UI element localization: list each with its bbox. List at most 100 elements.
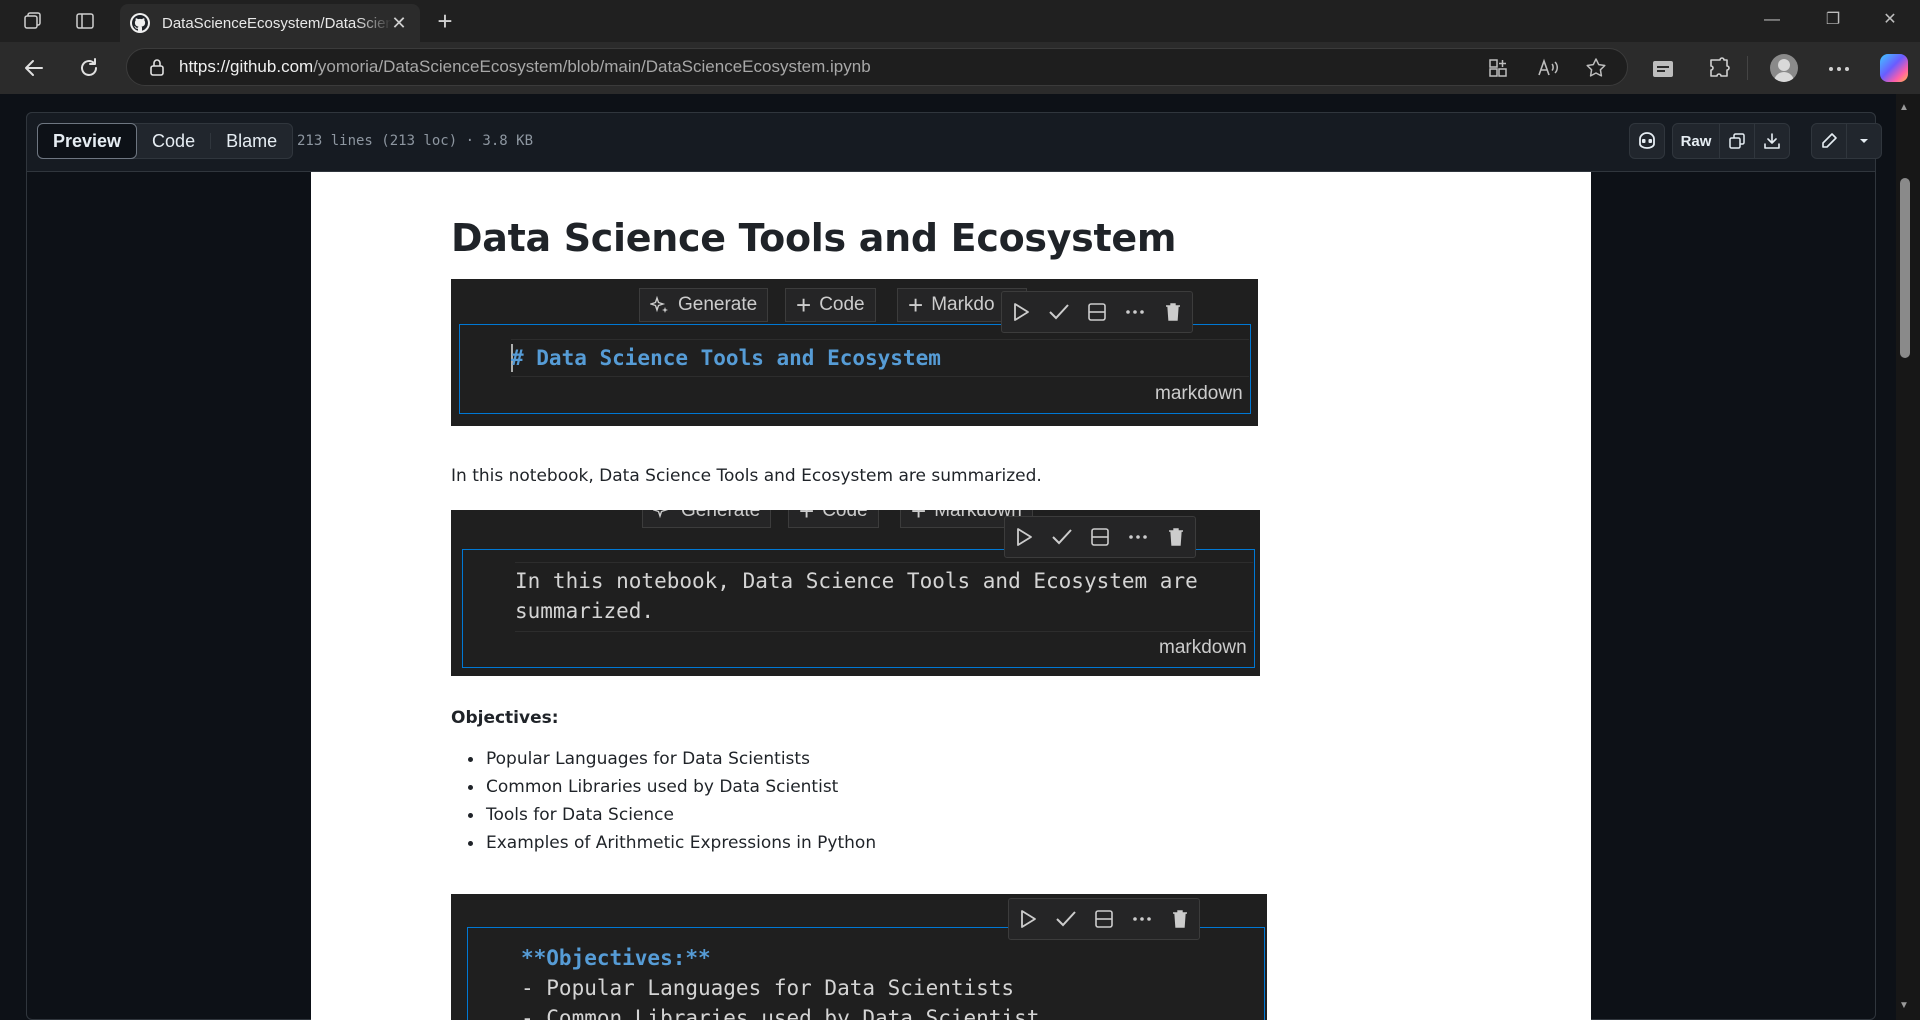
url-text: https://github.com/yomoria/DataScienceEc… [179, 57, 871, 77]
cell-source-line-1: In this notebook, Data Science Tools and… [515, 569, 1198, 593]
workspaces-icon[interactable] [20, 9, 46, 33]
plus-icon: + [911, 510, 927, 526]
scroll-up-arrow-icon[interactable]: ▲ [1899, 102, 1909, 113]
cell-source-line-1: **Objectives:** [521, 946, 711, 970]
copilot-icon[interactable] [1880, 54, 1908, 82]
cell-action-bar [1008, 898, 1200, 940]
browser-tab-active[interactable]: DataScienceEcosystem/DataScienceEcosyste… [120, 4, 420, 42]
url-path: /yomoria/DataScienceEcosystem/blob/main/… [313, 57, 871, 76]
cell-action-bar [1001, 291, 1193, 333]
markdown-label: Markdo [931, 294, 995, 315]
url-host: https://github.com [179, 57, 314, 76]
notebook-cell-image-1: Generate + Code + Markdo # Data Science … [451, 279, 1258, 426]
extensions-icon[interactable] [1707, 56, 1733, 82]
browser-nav-bar: https://github.com/yomoria/DataScienceEc… [0, 42, 1920, 94]
scroll-down-arrow-icon[interactable]: ▼ [1899, 1000, 1909, 1011]
delete-trash-icon [1167, 906, 1193, 932]
more-icon [1122, 299, 1148, 325]
copilot-button[interactable] [1629, 123, 1665, 159]
run-icon [1008, 299, 1034, 325]
cell-source-line-2: summarized. [515, 599, 655, 623]
list-item: Common Libraries used by Data Scientist [451, 773, 876, 801]
download-icon[interactable] [1755, 124, 1789, 158]
run-icon [1011, 524, 1037, 550]
cell-language: markdown [1159, 637, 1247, 658]
view-mode-segmented: Preview Code Blame [37, 123, 294, 159]
address-bar[interactable]: https://github.com/yomoria/DataScienceEc… [126, 48, 1628, 86]
objectives-heading: Objectives: [451, 708, 559, 728]
scrollbar-thumb[interactable] [1900, 178, 1910, 358]
collections-icon[interactable] [1650, 56, 1676, 82]
edit-pencil-icon[interactable] [1812, 124, 1846, 158]
cell-source-line-3: - Common Libraries used by Data Scientis… [521, 1006, 1040, 1020]
cell-source-line-2: - Popular Languages for Data Scientists [521, 976, 1015, 1000]
lock-icon[interactable] [149, 58, 165, 76]
profile-avatar[interactable] [1770, 54, 1798, 82]
edit-group [1811, 123, 1882, 159]
toolbar-divider [1747, 56, 1748, 80]
copy-raw-icon[interactable] [1720, 124, 1754, 158]
github-page: Preview Code Blame 213 lines (213 loc) ·… [0, 94, 1920, 1020]
objectives-heading-text: Objectives: [451, 708, 559, 728]
more-icon [1129, 906, 1155, 932]
raw-copy-download-group: Raw [1672, 123, 1790, 159]
tab-title: DataScienceEcosystem/DataScienceEcosyste… [162, 14, 392, 32]
new-tab-button[interactable]: + [432, 8, 458, 34]
tab-actions-icon[interactable] [72, 9, 98, 33]
cell-editor: # Data Science Tools and Ecosystem [511, 339, 1249, 377]
delete-trash-icon [1163, 524, 1189, 550]
delete-trash-icon [1160, 299, 1186, 325]
intro-paragraph: In this notebook, Data Science Tools and… [451, 466, 1042, 486]
list-item: Tools for Data Science [451, 801, 876, 829]
code-label: Code [822, 510, 868, 521]
notebook-cell-image-3: **Objectives:** - Popular Languages for … [451, 894, 1267, 1020]
back-arrow-icon[interactable] [20, 54, 48, 82]
tab-blame[interactable]: Blame [211, 124, 292, 158]
list-item: Popular Languages for Data Scientists [451, 745, 876, 773]
more-options-icon[interactable] [1826, 56, 1852, 82]
browser-tab-bar: DataScienceEcosystem/DataScienceEcosyste… [0, 0, 1920, 42]
window-close-button[interactable]: ✕ [1870, 6, 1910, 34]
generate-button: Generate [639, 288, 769, 322]
cell-editor: **Objectives:** - Popular Languages for … [521, 940, 1263, 1020]
read-aloud-icon[interactable] [1537, 58, 1559, 78]
tab-preview[interactable]: Preview [37, 123, 138, 159]
copilot-glyph-icon [1639, 132, 1655, 149]
plus-icon: + [799, 510, 815, 526]
sparkle-icon [650, 295, 668, 313]
list-item: Examples of Arithmetic Expressions in Py… [451, 829, 876, 857]
run-icon [1015, 906, 1041, 932]
favorite-star-icon[interactable] [1585, 58, 1607, 78]
split-cell-icon [1084, 299, 1110, 325]
generate-label: Generate [681, 510, 761, 521]
file-header: Preview Code Blame 213 lines (213 loc) ·… [26, 112, 1882, 172]
edit-dropdown-icon[interactable] [1847, 124, 1881, 158]
add-code-button: + Code [788, 510, 879, 528]
raw-button[interactable]: Raw [1673, 124, 1719, 158]
notebook-cell-image-2: Generate + Code + Markdown In this noteb… [451, 510, 1260, 676]
app-available-icon[interactable] [1487, 58, 1509, 78]
reload-icon[interactable] [75, 54, 103, 82]
file-info: 213 lines (213 loc) · 3.8 KB [297, 133, 534, 149]
sparkle-icon [653, 510, 669, 519]
split-cell-icon [1091, 906, 1117, 932]
cell-action-bar [1004, 516, 1196, 558]
cell-language: markdown [1155, 383, 1243, 404]
cell-editor: In this notebook, Data Science Tools and… [515, 562, 1253, 632]
notebook-render: Data Science Tools and Ecosystem Generat… [311, 172, 1591, 1020]
check-icon [1053, 906, 1079, 932]
generate-label: Generate [678, 294, 758, 315]
page-title: Data Science Tools and Ecosystem [451, 216, 1177, 260]
restore-button[interactable]: ❐ [1813, 6, 1853, 34]
check-icon [1046, 299, 1072, 325]
minimize-button[interactable]: — [1752, 6, 1792, 34]
cell-source: # Data Science Tools and Ecosystem [511, 346, 941, 370]
github-favicon-icon [130, 13, 150, 33]
check-icon [1049, 524, 1075, 550]
plus-icon: + [796, 290, 812, 320]
tab-code[interactable]: Code [137, 124, 210, 158]
tab-close-icon[interactable]: ✕ [388, 12, 410, 34]
add-code-button: + Code [785, 288, 876, 322]
code-label: Code [819, 294, 865, 315]
more-icon [1125, 524, 1151, 550]
